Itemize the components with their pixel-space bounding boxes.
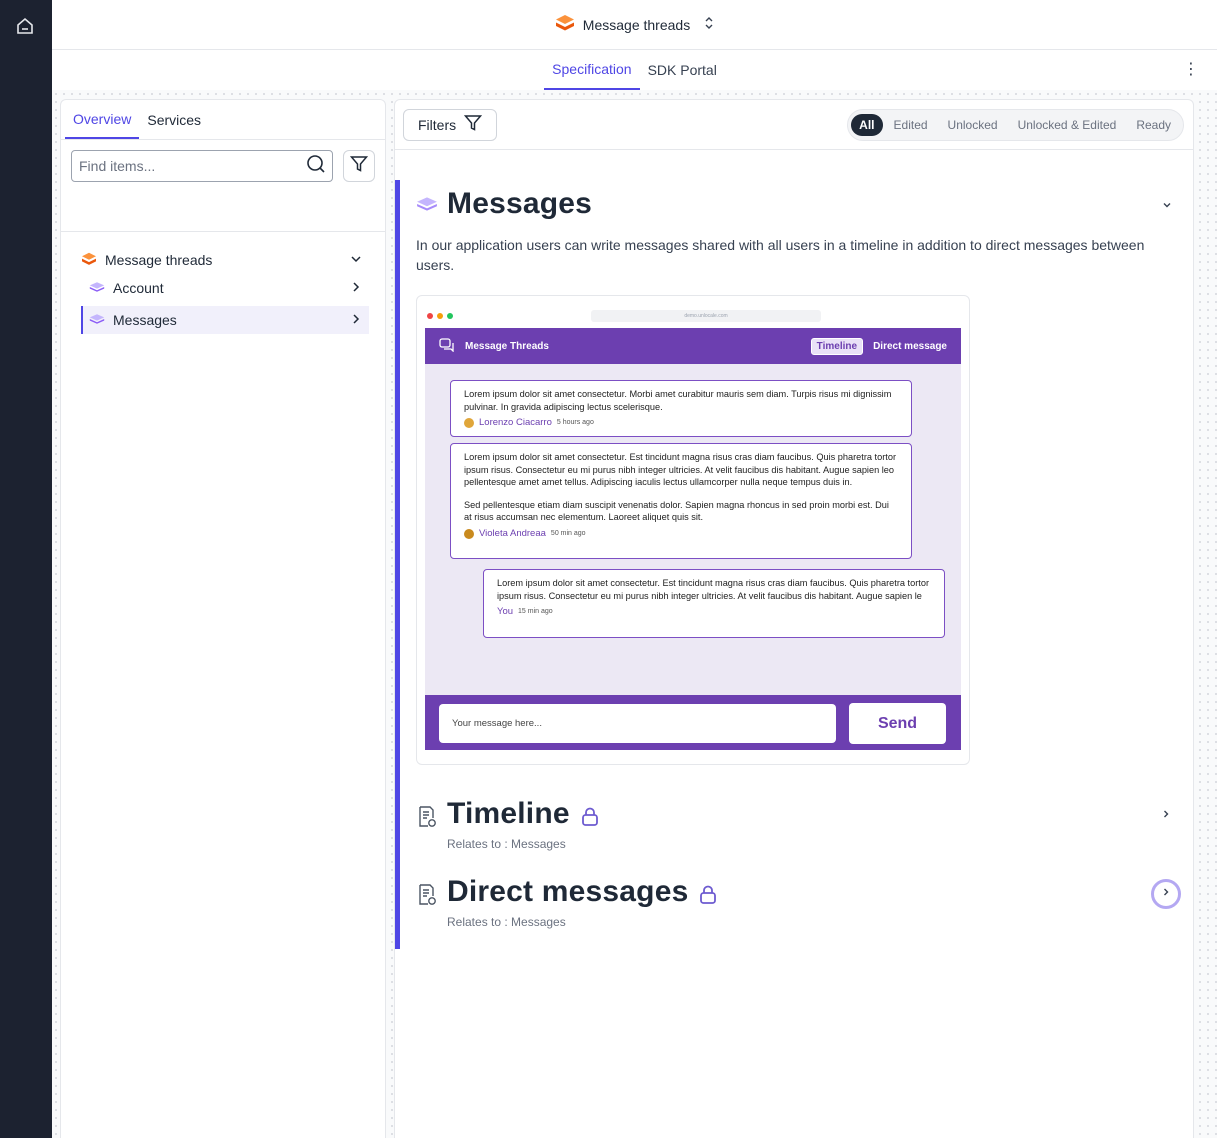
mock-app: Message Threads Timeline Direct message …	[425, 328, 961, 750]
tab-services[interactable]: Services	[139, 100, 209, 139]
search-input[interactable]	[79, 158, 289, 174]
mock-nav-direct: Direct message	[873, 340, 947, 352]
mock-message-time: 5 hours ago	[556, 419, 594, 426]
chevron-down-icon[interactable]	[349, 252, 363, 269]
spec-tree: Message threads Account Messages	[61, 232, 385, 334]
avatar	[464, 418, 474, 429]
app-rail	[0, 0, 52, 1138]
spec-content: Messages In our application users can wr…	[395, 180, 1193, 950]
tab-overview[interactable]: Overview	[65, 100, 140, 139]
left-panel-tabs: Overview Services	[61, 100, 385, 140]
filters-button[interactable]: Filters	[403, 108, 498, 141]
requirement-title-timeline[interactable]: Timeline	[447, 797, 570, 831]
minimize-dot-icon	[437, 313, 443, 319]
search-icon[interactable]	[306, 154, 326, 179]
mock-message-text: Lorem ipsum dolor sit amet consectetur. …	[464, 452, 897, 487]
stack-purple-icon	[89, 280, 105, 296]
right-panel: Filters All Edited Unlocked Unlocked & E…	[394, 99, 1194, 1138]
chevron-right-icon	[1160, 885, 1172, 903]
tree-item-account[interactable]: Account	[81, 274, 369, 302]
requirement-title-direct-messages[interactable]: Direct messages	[447, 875, 688, 909]
mock-message-author: Violeta Andreaa	[479, 527, 546, 539]
mock-message-input: Your message here...	[439, 704, 836, 743]
requirement-doc-icon	[417, 806, 437, 833]
relates-to-label: Relates to : Messages	[447, 837, 566, 851]
tab-sdk-portal[interactable]: SDK Portal	[640, 50, 725, 90]
browser-chrome: demo.unlocale.com	[425, 304, 961, 328]
chevron-updown-icon	[704, 16, 714, 33]
chevron-right-icon[interactable]	[349, 312, 363, 329]
chevron-right-icon[interactable]	[349, 280, 363, 297]
filter-button[interactable]	[343, 150, 375, 182]
status-filter-group: All Edited Unlocked Unlocked & Edited Re…	[847, 108, 1184, 141]
mock-message-time: 15 min ago	[518, 608, 553, 615]
tree-item-message-threads[interactable]: Message threads	[81, 246, 369, 274]
tree-item-label: Message threads	[105, 252, 213, 268]
mock-message-text: Sed pellentesque etiam diam suscipit ven…	[464, 499, 889, 523]
relates-to-label: Relates to : Messages	[447, 915, 566, 929]
stack-purple-icon	[89, 312, 105, 328]
more-options-icon[interactable]: ⋮	[1183, 62, 1199, 78]
mock-send-button: Send	[849, 703, 946, 744]
chevron-down-icon[interactable]	[1161, 198, 1173, 216]
right-panel-header: Filters All Edited Unlocked Unlocked & E…	[395, 100, 1193, 150]
mock-message-author: You	[497, 606, 514, 617]
sub-nav: Specification SDK Portal ⋮	[52, 50, 1217, 90]
status-filter-unlocked-edited[interactable]: Unlocked & Edited	[1009, 114, 1126, 136]
stack-orange-icon	[555, 14, 575, 35]
avatar	[464, 528, 474, 539]
mock-message-author: Lorenzo Ciacarro	[479, 417, 552, 428]
mock-message: Lorem ipsum dolor sit amet consectetur. …	[483, 569, 945, 638]
selection-accent-bar	[395, 180, 400, 949]
chat-bubbles-icon	[439, 337, 455, 355]
requirement-doc-icon	[417, 884, 437, 911]
mock-app-header: Message Threads Timeline Direct message	[425, 328, 961, 364]
chevron-right-icon	[1160, 807, 1172, 825]
status-filter-ready[interactable]: Ready	[1127, 114, 1180, 136]
filters-label: Filters	[418, 116, 457, 133]
home-icon[interactable]	[14, 15, 36, 37]
search-row	[61, 140, 385, 232]
left-panel: Overview Services Find items... Message …	[60, 99, 386, 1138]
mock-app-title: Message Threads	[465, 340, 549, 352]
filter-icon	[349, 155, 369, 178]
stack-orange-icon	[81, 252, 97, 269]
status-filter-unlocked[interactable]: Unlocked	[939, 114, 1007, 136]
tree-item-label: Account	[113, 280, 164, 296]
section-title: Messages	[447, 187, 593, 220]
expand-direct-messages-button[interactable]	[1151, 879, 1181, 909]
expand-timeline-button[interactable]	[1151, 801, 1181, 831]
project-switcher[interactable]: Message threads	[555, 14, 714, 35]
mock-message-text: Lorem ipsum dolor sit amet consectetur. …	[497, 578, 930, 601]
section-description: In our application users can write messa…	[416, 237, 1145, 273]
top-bar: Message threads	[52, 0, 1217, 50]
search-box	[71, 150, 333, 182]
mock-message-text: Lorem ipsum dolor sit amet consectetur. …	[464, 389, 892, 412]
mock-message: Lorem ipsum dolor sit amet consectetur. …	[450, 443, 912, 559]
tree-item-label: Messages	[113, 312, 177, 328]
tab-specification[interactable]: Specification	[544, 50, 640, 90]
lock-icon	[699, 885, 717, 910]
tree-item-messages[interactable]: Messages	[81, 306, 369, 334]
maximize-dot-icon	[447, 313, 453, 319]
mock-message: Lorem ipsum dolor sit amet consectetur. …	[450, 380, 912, 437]
close-dot-icon	[427, 313, 433, 319]
mock-nav-timeline: Timeline	[810, 337, 864, 355]
filter-icon	[463, 114, 483, 135]
mock-composer: Your message here... Send	[425, 695, 961, 750]
stack-purple-icon	[416, 196, 438, 217]
mockup-image: demo.unlocale.com Message Threads Timeli…	[416, 295, 970, 765]
mock-message-time: 50 min ago	[550, 529, 586, 537]
project-name: Message threads	[582, 16, 691, 33]
status-filter-edited[interactable]: Edited	[885, 114, 937, 136]
url-bar: demo.unlocale.com	[591, 310, 821, 322]
lock-icon	[581, 807, 599, 832]
status-filter-all[interactable]: All	[851, 113, 883, 136]
